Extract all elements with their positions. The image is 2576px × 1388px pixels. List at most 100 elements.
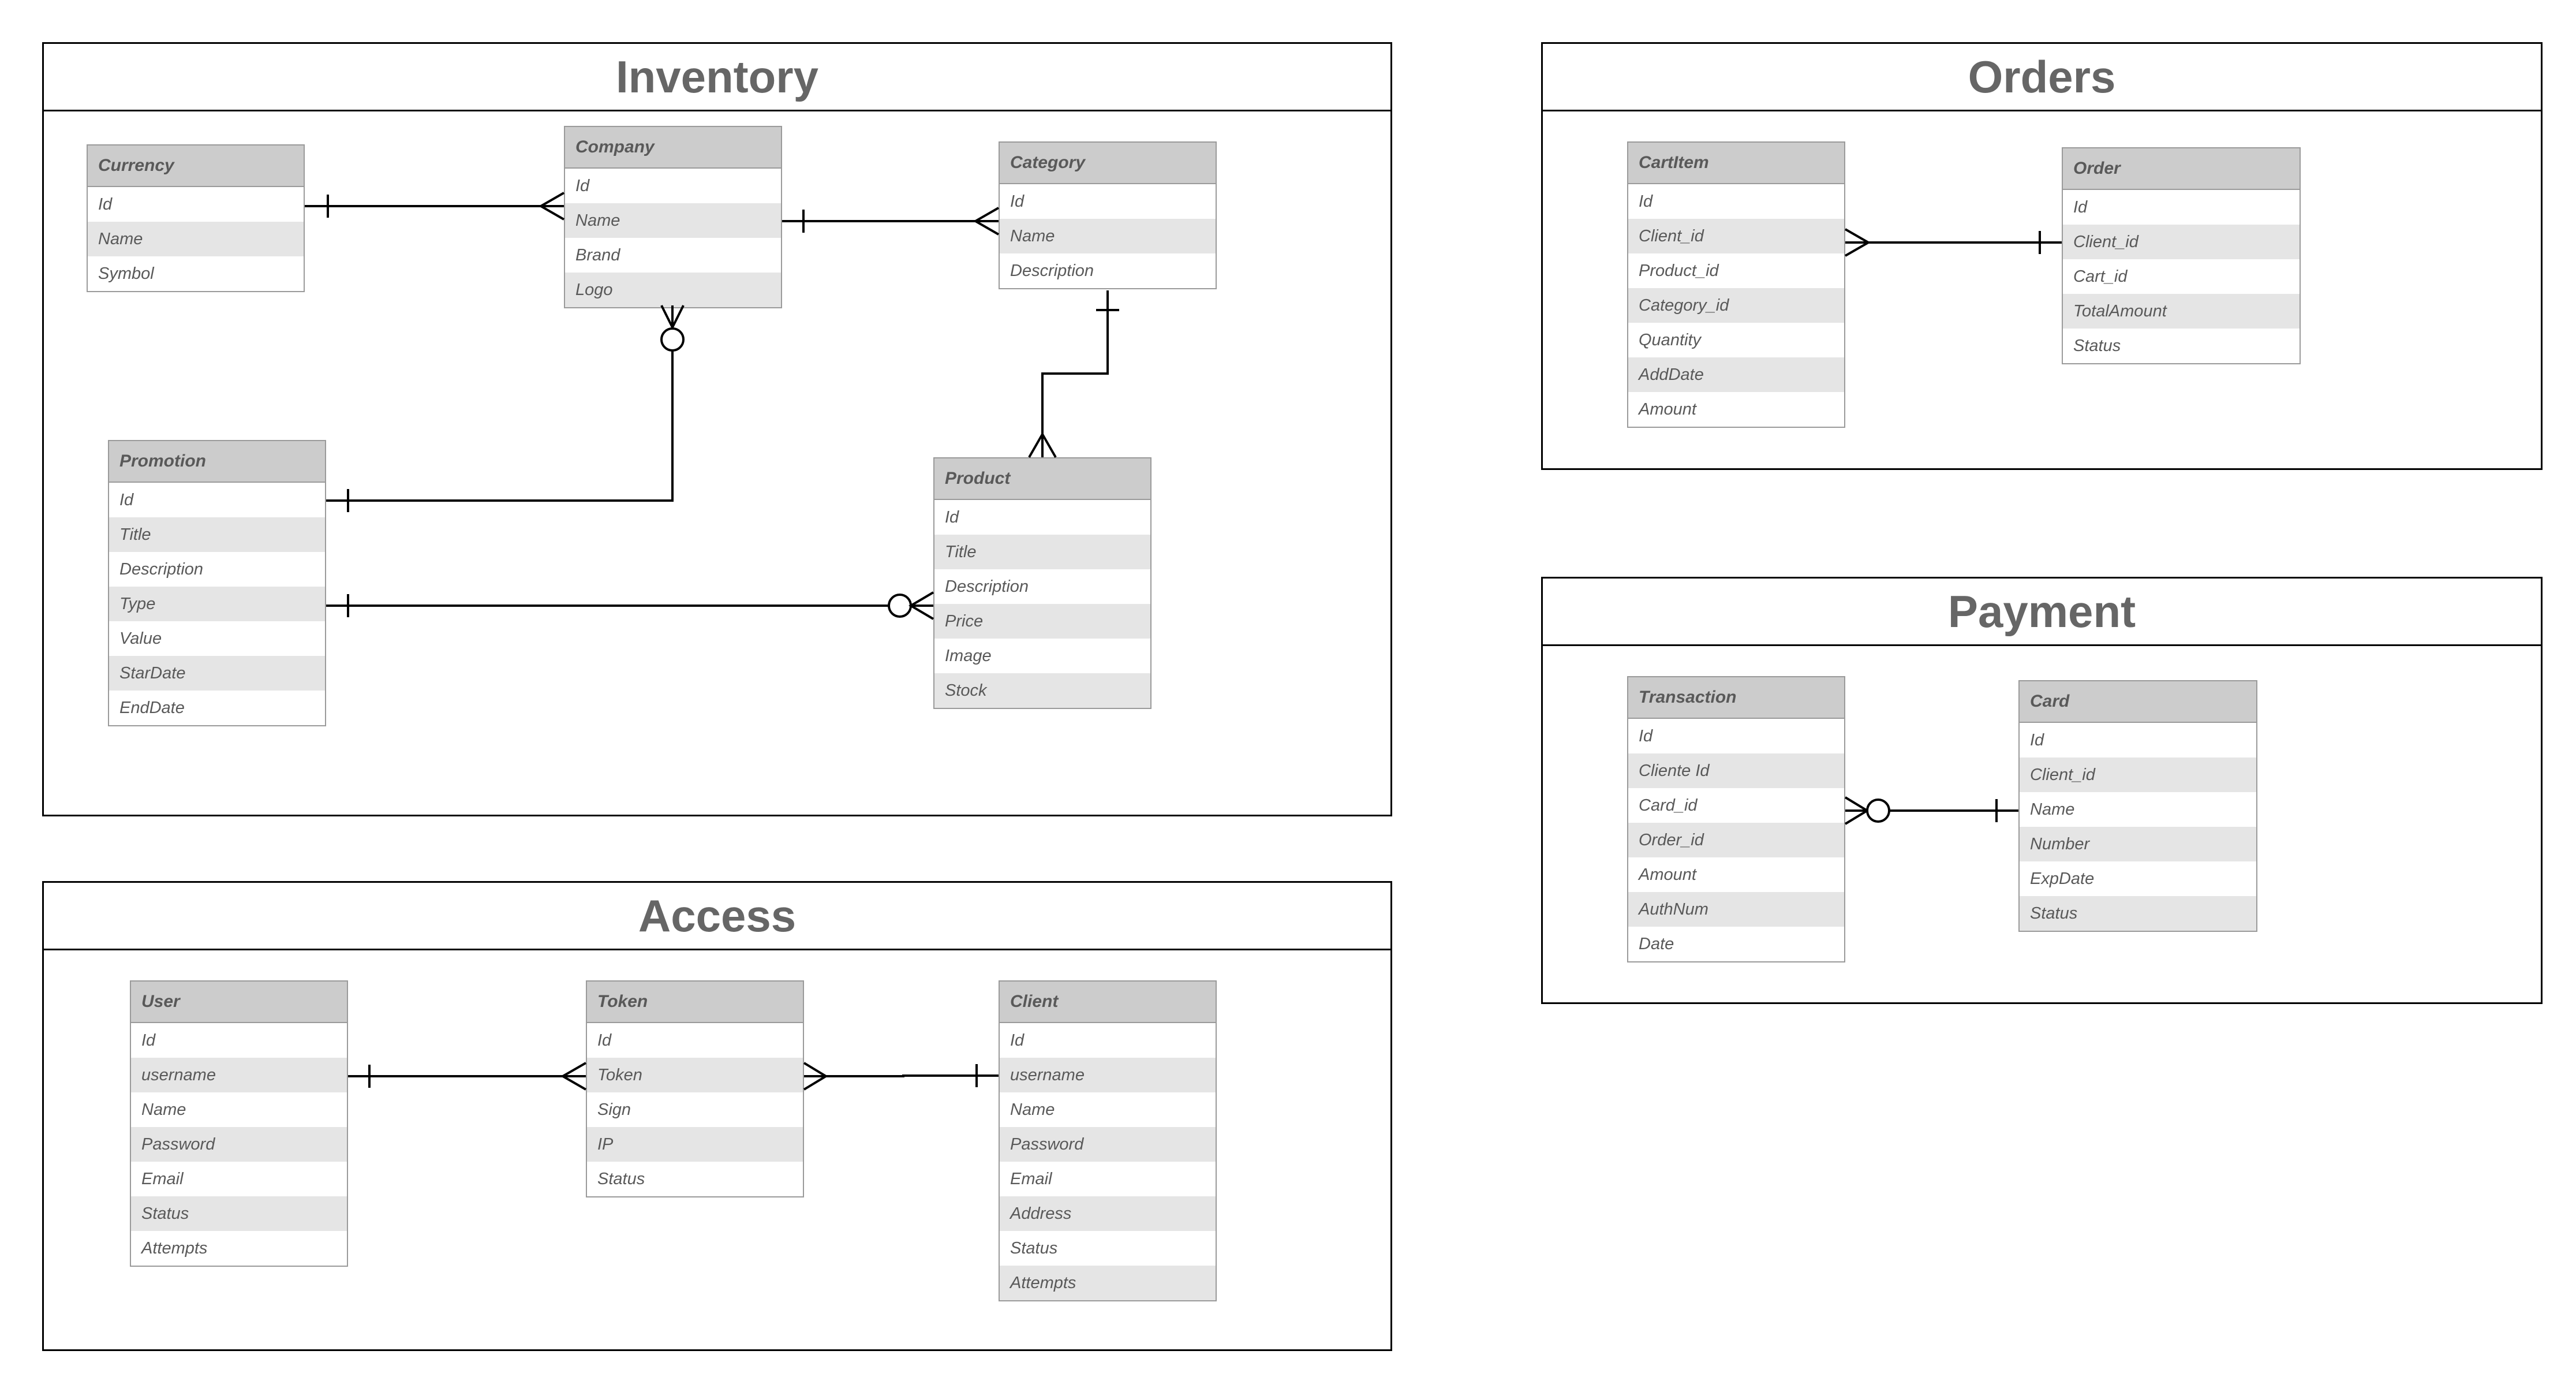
entity-field: Price	[934, 604, 1150, 639]
module-title: Access	[638, 890, 797, 941]
module-header: Payment	[1543, 579, 2541, 646]
module-header: Orders	[1543, 44, 2541, 111]
entity-product[interactable]: Product Id Title Description Price Image Stoc…	[933, 457, 1151, 709]
entity-title: Token	[587, 982, 803, 1023]
field-list: Id Token Sign IP Status	[587, 1023, 803, 1196]
entity-company[interactable]: Company Id Name Brand Logo	[564, 126, 782, 308]
entity-field: Status	[2073, 336, 2121, 355]
entity-field: Description	[1010, 261, 1094, 280]
entity-field: Quantity	[1639, 330, 1701, 349]
entity-field: Status	[1010, 1238, 1058, 1258]
entity-field: Amount	[1639, 865, 1696, 884]
entity-field: Password	[1000, 1127, 1216, 1162]
entity-category[interactable]: Category Id Name Description	[999, 141, 1217, 289]
entity-field: Title	[934, 535, 1150, 569]
entity-user[interactable]: User Id username Name Password Email Status At…	[130, 980, 348, 1267]
entity-title: User	[131, 982, 347, 1023]
module-title: Orders	[1968, 51, 2116, 102]
entity-field: TotalAmount	[2063, 294, 2300, 329]
entity-field: Cliente Id	[1628, 753, 1844, 788]
field-list: Id username Name Password Email Status Attempt…	[131, 1023, 347, 1266]
entity-field: Client_id	[2063, 225, 2300, 259]
entity-field: Attempts	[141, 1238, 208, 1258]
entity-field: Status	[2020, 896, 2256, 931]
entity-title: Order	[2063, 148, 2300, 190]
entity-field: username	[1000, 1058, 1216, 1092]
entity-field: Stock	[934, 673, 1150, 708]
entity-field: Name	[1010, 1100, 1055, 1119]
field-list: Id Title Description Price Image Stock	[934, 500, 1150, 708]
entity-field: Id	[1010, 1031, 1025, 1050]
field-list: Id Title Description Type Value StarDate End…	[109, 483, 325, 725]
entity-field: Number	[2020, 827, 2256, 861]
field-list: Id Name Brand Logo	[565, 169, 781, 307]
entity-field: Cart_id	[2073, 267, 2128, 286]
entity-title: Transaction	[1628, 677, 1844, 719]
entity-field: Id	[2073, 197, 2088, 217]
module-header: Access	[44, 883, 1390, 950]
entity-currency[interactable]: Currency Id Name Symbol	[87, 144, 305, 292]
entity-field: Date	[1639, 934, 1674, 953]
entity-title: Client	[1000, 982, 1216, 1023]
entity-field: Symbol	[98, 264, 154, 283]
field-list: Id Name Symbol	[88, 187, 304, 291]
entity-field: Type	[109, 587, 325, 621]
entity-field: Description	[119, 559, 204, 579]
entity-order[interactable]: Order Id Client_id Cart_id TotalAmount Statu…	[2062, 147, 2301, 364]
entity-client[interactable]: Client Id username Name Password Email Addres…	[999, 980, 1217, 1301]
entity-field: Attempts	[1000, 1266, 1216, 1300]
field-list: Id Client_id Name Number ExpDate Status	[2020, 723, 2256, 931]
field-list: Id username Name Password Email Address Status…	[1000, 1023, 1216, 1300]
entity-card[interactable]: Card Id Client_id Name Number ExpDate Status	[2018, 680, 2257, 932]
entity-field: Category_id	[1628, 288, 1844, 323]
entity-field: AddDate	[1628, 357, 1844, 392]
entity-field: Id	[119, 490, 134, 509]
entity-title: Currency	[88, 145, 304, 187]
entity-field: Sign	[597, 1100, 631, 1119]
entity-field: Title	[109, 517, 325, 552]
entity-field: ExpDate	[2030, 869, 2095, 888]
entity-field: Product_id	[1639, 261, 1719, 280]
entity-field: Value	[119, 629, 162, 648]
entity-field: Client_id	[1628, 219, 1844, 253]
entity-field: Email	[1010, 1169, 1052, 1188]
field-list: Id Name Description	[1000, 184, 1216, 288]
entity-field: Name	[141, 1100, 186, 1119]
entity-field: EndDate	[119, 698, 185, 717]
entity-field: Brand	[575, 245, 620, 264]
entity-field: Id	[1010, 192, 1025, 211]
entity-field: Id	[597, 1031, 612, 1050]
entity-promotion[interactable]: Promotion Id Title Description Type Value St…	[108, 440, 326, 726]
entity-field: Name	[565, 203, 781, 238]
entity-field: Logo	[565, 273, 781, 307]
entity-field: Id	[2030, 730, 2044, 749]
entity-field: Image	[945, 646, 992, 665]
entity-transaction[interactable]: Transaction Id Cliente Id Card_id Order_id A…	[1627, 676, 1845, 962]
entity-field: Password	[131, 1127, 347, 1162]
entity-field: Id	[98, 195, 113, 214]
module-title: Inventory	[615, 51, 819, 102]
entity-field: Card_id	[1639, 796, 1698, 815]
entity-title: CartItem	[1628, 143, 1844, 184]
entity-field: Name	[2030, 800, 2075, 819]
entity-field: Name	[88, 222, 304, 256]
field-list: Id Client_id Product_id Category_id Quantity…	[1628, 184, 1844, 427]
entity-field: StarDate	[109, 656, 325, 691]
entity-field: Amount	[1639, 400, 1696, 419]
entity-title: Company	[565, 127, 781, 169]
entity-field: Address	[1000, 1196, 1216, 1231]
entity-field: Id	[945, 508, 959, 527]
entity-title: Card	[2020, 681, 2256, 723]
entity-field: Id	[575, 176, 590, 195]
entity-field: Client_id	[2020, 758, 2256, 792]
field-list: Id Cliente Id Card_id Order_id Amount AuthNum…	[1628, 719, 1844, 961]
entity-field: Status	[131, 1196, 347, 1231]
entity-cartitem[interactable]: CartItem Id Client_id Product_id Category_i…	[1627, 141, 1845, 428]
entity-title: Product	[934, 458, 1150, 500]
entity-field: Email	[141, 1169, 184, 1188]
entity-field: Order_id	[1628, 823, 1844, 857]
entity-field: AuthNum	[1628, 892, 1844, 927]
entity-field: Id	[1639, 192, 1653, 211]
entity-token[interactable]: Token Id Token Sign IP Status	[586, 980, 804, 1197]
entity-field: Id	[1639, 726, 1653, 745]
